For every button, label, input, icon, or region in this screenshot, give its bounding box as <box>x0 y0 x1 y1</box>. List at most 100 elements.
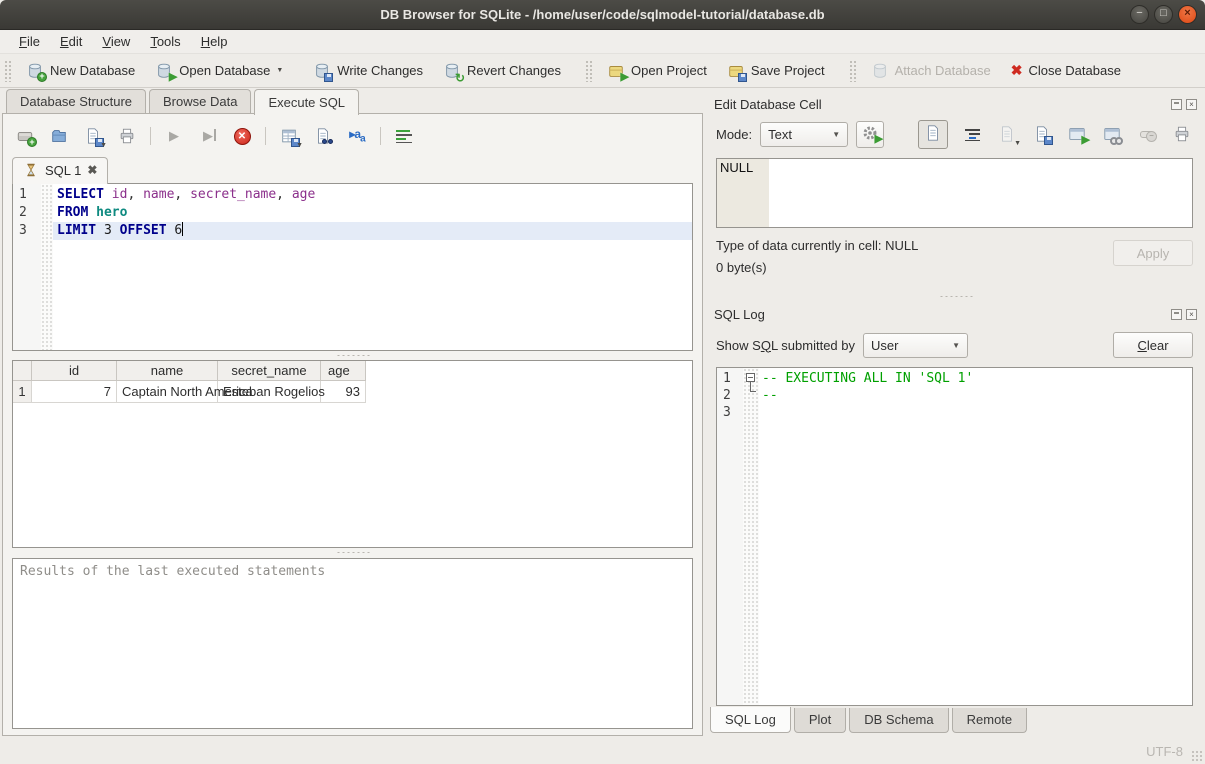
stop-execution-button[interactable]: ✕ <box>231 125 253 147</box>
sql-code-editor[interactable]: 1 2 3 SELECT id, name, secret_name, age … <box>12 183 693 351</box>
resize-grip[interactable] <box>1191 750 1203 762</box>
log-line: -- <box>759 387 1192 404</box>
save-project-button[interactable]: Save Project <box>719 58 833 84</box>
cell-value-editor[interactable]: NULL <box>716 158 1193 228</box>
minimize-button[interactable]: − <box>1130 5 1149 24</box>
edit-cell-dock-header: Edit Database Cell × <box>706 88 1205 112</box>
left-pane: Database Structure Browse Data Execute S… <box>0 88 706 738</box>
mode-label: Mode: <box>716 127 752 142</box>
open-project-icon: ▶ <box>607 62 625 80</box>
attach-database-icon <box>871 62 889 80</box>
print-cell-button[interactable] <box>1171 123 1193 145</box>
editor-results-splitter[interactable] <box>12 351 693 360</box>
cell-id[interactable]: 7 <box>32 381 117 403</box>
menu-tools[interactable]: Tools <box>141 31 189 52</box>
import-cell-data-button[interactable]: ▼ <box>996 123 1018 145</box>
revert-changes-button[interactable]: ↻ Revert Changes <box>435 58 569 84</box>
dock-close-icon[interactable]: × <box>1186 309 1197 320</box>
open-sql-file-button[interactable] <box>48 125 70 147</box>
new-database-button[interactable]: + New Database <box>18 58 143 84</box>
tab-database-structure[interactable]: Database Structure <box>6 89 146 114</box>
execute-all-button[interactable]: ▶ <box>163 125 185 147</box>
new-sql-tab-button[interactable]: + <box>14 125 36 147</box>
log-line-number-gutter: 1 2 3 <box>717 368 743 705</box>
clear-log-button[interactable]: Clear <box>1113 332 1193 358</box>
title-bar[interactable]: DB Browser for SQLite - /home/user/code/… <box>0 0 1205 30</box>
sql-log-dock-header: SQL Log × <box>706 302 1205 326</box>
column-header-id[interactable]: id <box>32 361 117 381</box>
code-line-2: FROM hero <box>53 204 692 222</box>
toolbar-drag-handle[interactable] <box>849 60 857 82</box>
results-message-splitter[interactable] <box>12 548 693 557</box>
dock-float-icon[interactable] <box>1171 99 1182 110</box>
show-sql-label: Show SQL submitted by <box>716 338 855 353</box>
open-database-dropdown-icon[interactable]: ▼ <box>276 67 283 74</box>
tab-sql-log[interactable]: SQL Log <box>710 707 791 733</box>
code-line-1: SELECT id, name, secret_name, age <box>53 186 692 204</box>
dock-float-icon[interactable] <box>1171 309 1182 320</box>
execute-sql-panel: + ▼ ▶ ▶ ✕ ▼ <box>2 113 703 736</box>
close-database-button[interactable]: ✖ Close Database <box>1003 58 1129 83</box>
tab-browse-data[interactable]: Browse Data <box>149 89 251 114</box>
cell-editor-icon-strip: ▼ ▶ <box>918 120 1193 149</box>
open-database-button[interactable]: ▶ Open Database ▼ <box>147 58 291 84</box>
fold-collapse-icon[interactable] <box>746 373 755 382</box>
close-database-icon: ✖ <box>1011 62 1023 79</box>
close-sql-tab-icon[interactable]: ✖ <box>87 163 97 177</box>
execution-status-box: Results of the last executed statements <box>12 558 693 729</box>
menu-edit[interactable]: Edit <box>51 31 91 52</box>
sql-file-tab[interactable]: SQL 1 ✖ <box>12 157 108 184</box>
apply-button[interactable]: Apply <box>1113 240 1193 266</box>
auto-apply-button[interactable]: ▶ <box>856 121 884 148</box>
open-url-button[interactable] <box>1101 123 1123 145</box>
tab-remote[interactable]: Remote <box>952 708 1028 733</box>
menu-help[interactable]: Help <box>192 31 237 52</box>
save-sql-file-button[interactable]: ▼ <box>82 125 104 147</box>
toolbar-drag-handle[interactable] <box>4 60 12 82</box>
close-button[interactable]: × <box>1178 5 1197 24</box>
word-wrap-button[interactable] <box>393 125 415 147</box>
open-in-external-app-button[interactable]: ▶ <box>1066 123 1088 145</box>
menu-view[interactable]: View <box>93 31 139 52</box>
status-bar: UTF-8 <box>0 738 1205 764</box>
column-header-age[interactable]: age <box>321 361 366 381</box>
word-wrap-toggle[interactable] <box>961 123 983 145</box>
menu-file[interactable]: File <box>10 31 49 52</box>
text-mode-toggle[interactable] <box>918 120 948 149</box>
main-toolbar: + New Database ▶ Open Database ▼ Write C… <box>0 54 1205 88</box>
table-row[interactable]: 1 7 Captain North America Esteban Rogeli… <box>13 381 692 403</box>
text-caret <box>182 222 183 236</box>
find-in-sql-button[interactable] <box>312 125 334 147</box>
dock-splitter[interactable] <box>706 290 1205 302</box>
dock-close-icon[interactable]: × <box>1186 99 1197 110</box>
print-sql-button[interactable] <box>116 125 138 147</box>
cell-name[interactable]: Captain North America <box>117 381 218 403</box>
code-area[interactable]: SELECT id, name, secret_name, age FROM h… <box>53 184 692 350</box>
edit-cell-title: Edit Database Cell <box>714 97 1167 112</box>
export-results-button[interactable]: ▼ <box>278 125 300 147</box>
attach-database-button[interactable]: Attach Database <box>863 58 999 84</box>
dock-tab-bar: SQL Log Plot DB Schema Remote <box>706 708 1205 738</box>
app-window: DB Browser for SQLite - /home/user/code/… <box>0 0 1205 764</box>
export-cell-data-button[interactable] <box>1031 123 1053 145</box>
set-null-button[interactable] <box>1136 123 1158 145</box>
log-fold-margin <box>743 368 759 705</box>
column-header-name[interactable]: name <box>117 361 218 381</box>
write-changes-button[interactable]: Write Changes <box>305 58 431 84</box>
maximize-button[interactable]: □ <box>1154 5 1173 24</box>
results-grid[interactable]: id name secret_name age 1 7 Captain Nort… <box>12 360 693 548</box>
tab-execute-sql[interactable]: Execute SQL <box>254 89 359 115</box>
cell-age[interactable]: 93 <box>321 381 366 403</box>
sql-log-view[interactable]: 1 2 3 -- EXECUTING ALL IN 'SQL 1' -- <box>716 367 1193 706</box>
column-header-secret-name[interactable]: secret_name <box>218 361 321 381</box>
tab-plot[interactable]: Plot <box>794 708 846 733</box>
execute-current-line-button[interactable]: ▶ <box>197 125 219 147</box>
toolbar-drag-handle[interactable] <box>585 60 593 82</box>
open-project-button[interactable]: ▶ Open Project <box>599 58 715 84</box>
tab-db-schema[interactable]: DB Schema <box>849 708 948 733</box>
sql-source-select[interactable]: User ▼ <box>863 333 968 358</box>
mode-select[interactable]: Text ▼ <box>760 122 848 147</box>
format-sql-button[interactable]: ▸aa <box>346 125 368 147</box>
cell-secret-name[interactable]: Esteban Rogelios <box>218 381 321 403</box>
sql-toolbar: + ▼ ▶ ▶ ✕ ▼ <box>12 122 693 150</box>
